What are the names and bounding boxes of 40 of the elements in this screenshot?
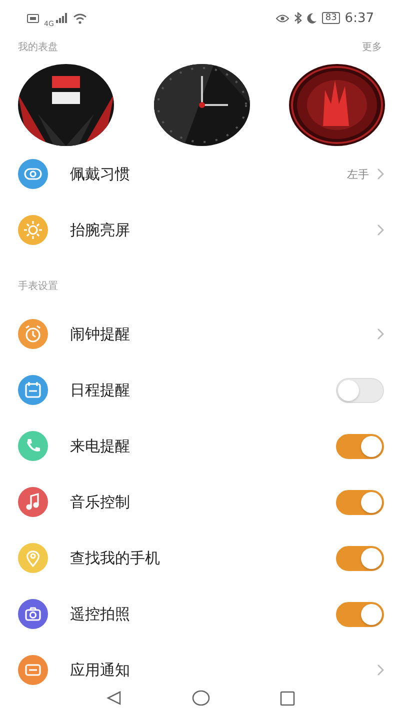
chevron-icon [377, 328, 384, 340]
sun-icon [18, 215, 48, 245]
moon-icon [307, 12, 318, 24]
section-title: 我的表盘 [18, 40, 58, 54]
back-icon[interactable] [106, 690, 122, 706]
recents-icon[interactable] [280, 690, 294, 706]
phone-icon [18, 431, 48, 461]
row-value: 左手 [347, 166, 369, 182]
toggle-switch[interactable] [336, 434, 384, 458]
row-label: 遥控拍照 [70, 604, 131, 624]
row-label: 查找我的手机 [70, 548, 161, 568]
alarm-icon [18, 319, 48, 349]
toggle-switch[interactable] [336, 490, 384, 514]
bluetooth-icon [294, 12, 302, 24]
music-icon [18, 487, 48, 517]
wifi-icon [72, 12, 87, 24]
eye-icon [276, 14, 290, 22]
battery-icon: 83 [322, 12, 340, 24]
sim-icon [27, 14, 39, 22]
more-link[interactable]: 更多 [362, 40, 382, 54]
row-label: 闹钟提醒 [70, 324, 131, 344]
row-label: 应用通知 [70, 660, 131, 680]
chevron-icon [377, 168, 384, 180]
signal-icon [56, 13, 68, 23]
chevron-icon [377, 224, 384, 236]
camera-icon [18, 599, 48, 629]
row-label: 音乐控制 [70, 492, 131, 512]
home-icon[interactable] [192, 690, 210, 706]
toggle-switch[interactable] [336, 546, 384, 570]
calendar-icon [18, 375, 48, 405]
row-label: 抬腕亮屏 [70, 220, 131, 240]
pin-icon [18, 543, 48, 573]
row-label: 佩戴习惯 [70, 164, 131, 184]
row-label: 来电提醒 [70, 436, 131, 456]
row-label: 日程提醒 [70, 380, 131, 400]
toggle-switch[interactable] [336, 602, 384, 626]
band-icon [18, 159, 48, 189]
section-title: 手表设置 [18, 280, 58, 293]
clock-time: 6:37 [344, 10, 374, 26]
chevron-icon [377, 664, 384, 676]
